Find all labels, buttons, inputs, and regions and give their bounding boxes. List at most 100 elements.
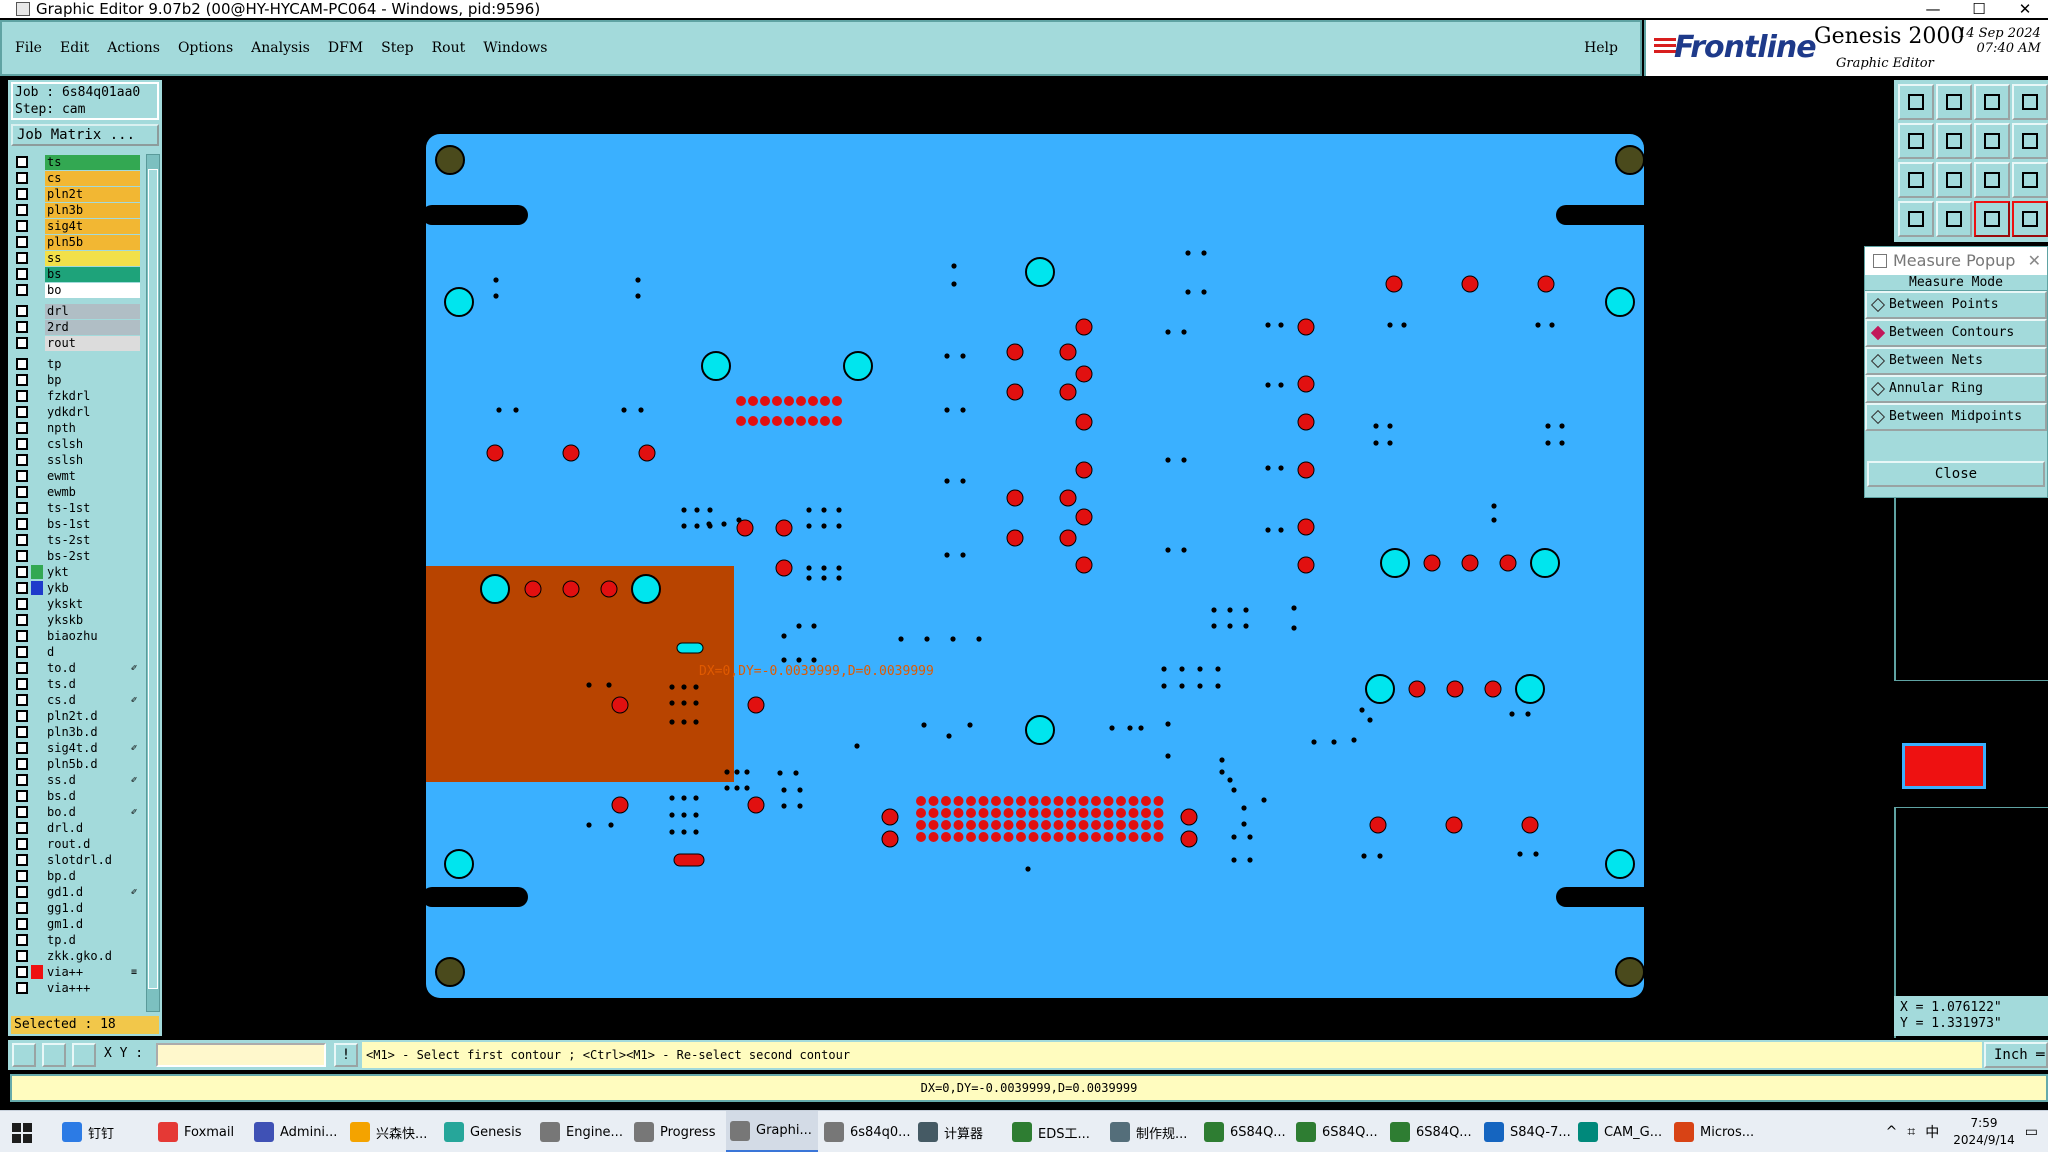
layer-row-cs[interactable]: cs: [12, 170, 140, 186]
menu-edit[interactable]: Edit: [60, 40, 89, 56]
pan-view-button[interactable]: [2012, 84, 2048, 120]
layer-name[interactable]: bs-2st: [45, 548, 140, 564]
popup-close-icon[interactable]: ✕: [2028, 247, 2041, 275]
layer-name[interactable]: ss.d ✐: [45, 772, 140, 788]
layer-checkbox[interactable]: [16, 534, 28, 546]
layer-row-bp[interactable]: bp: [12, 372, 140, 388]
layer-name[interactable]: to.d ✐: [45, 660, 140, 676]
layer-row-cs.d[interactable]: cs.d ✐: [12, 692, 140, 708]
layer-row-npth[interactable]: npth: [12, 420, 140, 436]
layer-row-2rd[interactable]: 2rd: [12, 319, 140, 335]
layer-row-ewmb[interactable]: ewmb: [12, 484, 140, 500]
taskbar-item[interactable]: EDS工...: [1008, 1111, 1100, 1152]
menu-options[interactable]: Options: [178, 40, 233, 56]
layer-row-ykt[interactable]: ykt: [12, 564, 140, 580]
taskbar-item[interactable]: Genesis: [440, 1111, 532, 1152]
layer-row-ydkdrl[interactable]: ydkdrl: [12, 404, 140, 420]
layer-checkbox[interactable]: [16, 854, 28, 866]
layer-name[interactable]: ykb: [45, 580, 140, 596]
taskbar-clock[interactable]: 7:59 2024/9/14: [1953, 1115, 2015, 1149]
layer-checkbox[interactable]: [16, 790, 28, 802]
taskbar-item[interactable]: Graphi...: [726, 1111, 818, 1152]
menu-file[interactable]: File: [15, 40, 42, 56]
layer-name[interactable]: d: [45, 644, 140, 660]
layer-checkbox[interactable]: [16, 470, 28, 482]
zoom-in-button[interactable]: [1898, 123, 1934, 159]
layer-row-gd1.d[interactable]: gd1.d ✐: [12, 884, 140, 900]
layer-checkbox[interactable]: [16, 774, 28, 786]
layer-row-sig4t.d[interactable]: sig4t.d ✐: [12, 740, 140, 756]
layer-row-gg1.d[interactable]: gg1.d: [12, 900, 140, 916]
layer-name[interactable]: ewmb: [45, 484, 140, 500]
layer-row-sig4t[interactable]: sig4t: [12, 218, 140, 234]
layer-row-pln2t[interactable]: pln2t: [12, 186, 140, 202]
layer-name[interactable]: pln5b: [45, 234, 140, 250]
pcb-board-view[interactable]: DX=0,DY=-0.0039999,D=0.0039999: [164, 80, 1894, 1040]
layer-name[interactable]: drl: [45, 303, 140, 319]
layer-row-ss[interactable]: ss: [12, 250, 140, 266]
layer-name[interactable]: ydkdrl: [45, 404, 140, 420]
layer-row-bo.d[interactable]: bo.d ✐: [12, 804, 140, 820]
layer-scrollbar[interactable]: [146, 154, 160, 1012]
layer-row-ts-2st[interactable]: ts-2st: [12, 532, 140, 548]
chevron-up-icon[interactable]: ^: [1886, 1124, 1898, 1140]
taskbar-item[interactable]: Micros...: [1670, 1111, 1762, 1152]
layer-checkbox[interactable]: [16, 188, 28, 200]
menu-actions[interactable]: Actions: [107, 40, 160, 56]
layer-name[interactable]: rout: [45, 335, 140, 351]
layer-name[interactable]: ykskb: [45, 612, 140, 628]
layer-name[interactable]: bp.d: [45, 868, 140, 884]
layer-name[interactable]: sig4t: [45, 218, 140, 234]
layer-row-via+++[interactable]: via+++: [12, 980, 140, 996]
layer-checkbox[interactable]: [16, 172, 28, 184]
menu-help[interactable]: Help: [1584, 40, 1618, 56]
layer-row-zkk.gko.d[interactable]: zkk.gko.d: [12, 948, 140, 964]
layer-name[interactable]: ewmt: [45, 468, 140, 484]
taskbar-item[interactable]: Foxmail: [154, 1111, 246, 1152]
layer-name[interactable]: gm1.d: [45, 916, 140, 932]
layer-name[interactable]: bo: [45, 282, 140, 298]
layer-row-ts-1st[interactable]: ts-1st: [12, 500, 140, 516]
layer-name[interactable]: cslsh: [45, 436, 140, 452]
layer-checkbox[interactable]: [16, 566, 28, 578]
maximize-button[interactable]: ☐: [1956, 0, 2002, 18]
measure-option-between-nets[interactable]: Between Nets: [1865, 347, 2047, 375]
layer-checkbox[interactable]: [16, 204, 28, 216]
layer-row-bo[interactable]: bo: [12, 282, 140, 298]
layer-row-bs-1st[interactable]: bs-1st: [12, 516, 140, 532]
layer-checkbox[interactable]: [16, 337, 28, 349]
layer-checkbox[interactable]: [16, 918, 28, 930]
layer-name[interactable]: 2rd: [45, 319, 140, 335]
menu-analysis[interactable]: Analysis: [251, 40, 310, 56]
taskbar-item[interactable]: CAM_G...: [1574, 1111, 1666, 1152]
layer-name[interactable]: ts-1st: [45, 500, 140, 516]
taskbar-item[interactable]: 制作规...: [1106, 1111, 1198, 1152]
layer-name[interactable]: npth: [45, 420, 140, 436]
graphic-canvas[interactable]: DX=0,DY=-0.0039999,D=0.0039999: [164, 80, 1894, 1040]
layer-row-ts.d[interactable]: ts.d: [12, 676, 140, 692]
layer-name[interactable]: sslsh: [45, 452, 140, 468]
layer-checkbox[interactable]: [16, 742, 28, 754]
layer-name[interactable]: drl.d: [45, 820, 140, 836]
layer-checkbox[interactable]: [16, 838, 28, 850]
layer-name[interactable]: fzkdrl: [45, 388, 140, 404]
layer-row-fzkdrl[interactable]: fzkdrl: [12, 388, 140, 404]
layer-checkbox[interactable]: [16, 156, 28, 168]
taskbar-item[interactable]: S84Q-7...: [1480, 1111, 1572, 1152]
layer-checkbox[interactable]: [16, 374, 28, 386]
menu-rout[interactable]: Rout: [432, 40, 466, 56]
job-matrix-button[interactable]: Job Matrix ...: [11, 124, 159, 146]
layer-row-bs[interactable]: bs: [12, 266, 140, 282]
layer-name[interactable]: tp.d: [45, 932, 140, 948]
measure-option-annular-ring[interactable]: Annular Ring: [1865, 375, 2047, 403]
query-button[interactable]: [1974, 162, 2010, 198]
taskbar-item[interactable]: 6s84q0...: [820, 1111, 912, 1152]
snap-tool-button[interactable]: [1936, 201, 1972, 237]
measure-close-button[interactable]: Close: [1867, 461, 2045, 487]
layer-row-to.d[interactable]: to.d ✐: [12, 660, 140, 676]
taskbar-item[interactable]: 6S84Q...: [1200, 1111, 1292, 1152]
layer-name[interactable]: pln5b.d: [45, 756, 140, 772]
layer-checkbox[interactable]: [16, 390, 28, 402]
layer-name[interactable]: ts-2st: [45, 532, 140, 548]
layer-checkbox[interactable]: [16, 630, 28, 642]
